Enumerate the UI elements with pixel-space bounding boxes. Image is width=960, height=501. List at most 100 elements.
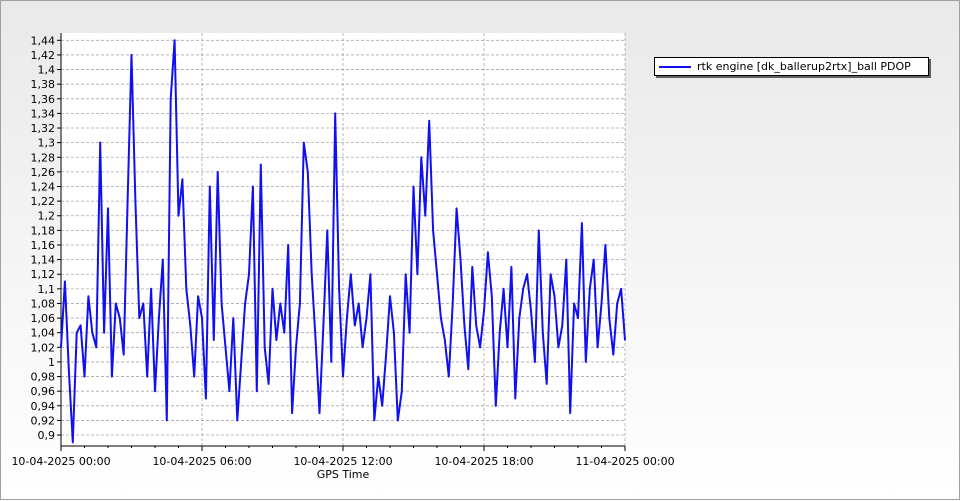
data-point: [416, 273, 419, 276]
y-tick-label: 1,02: [31, 341, 56, 354]
data-point: [471, 266, 474, 268]
data-point: [608, 317, 611, 319]
y-tick-label: 1,28: [31, 151, 56, 164]
data-point: [197, 295, 199, 297]
data-point: [381, 404, 383, 407]
data-point: [115, 302, 117, 305]
data-point: [604, 244, 607, 246]
data-point: [385, 353, 387, 356]
line-chart: 0,9 0,920,94 0,960,98 1 1,021,04 1,06 1,081,1 1…: [11, 33, 675, 481]
data-point: [373, 419, 376, 422]
data-point: [534, 361, 536, 363]
y-tick-label: 0,96: [31, 385, 56, 398]
data-point: [314, 339, 317, 341]
data-point: [259, 163, 262, 166]
data-point: [216, 171, 219, 173]
data-point: [600, 302, 603, 305]
y-tick-label: 1,38: [31, 78, 56, 91]
data-point: [326, 229, 329, 232]
data-point: [408, 331, 411, 334]
data-point: [377, 375, 380, 378]
chart-window: 0,9 0,92 0,94 0,96 0,98 1 1,02 1,04 1,06 1,08 1,1 1…: [0, 0, 960, 500]
data-point: [122, 353, 125, 356]
data-point: [185, 288, 188, 290]
data-point: [463, 324, 466, 327]
data-point: [322, 324, 325, 327]
data-point: [126, 200, 129, 202]
y-tick-label: 1,18: [31, 224, 56, 237]
data-point: [514, 397, 517, 400]
data-point: [479, 346, 481, 349]
data-point: [444, 339, 446, 341]
y-tick-label: 1,24: [31, 181, 56, 194]
data-point: [624, 339, 626, 341]
data-point: [201, 317, 203, 319]
data-point: [467, 368, 470, 371]
y-tick-label: 0,9: [38, 429, 56, 442]
data-point: [283, 331, 286, 334]
data-point: [483, 309, 485, 312]
y-tick-label: 1,32: [31, 122, 56, 135]
data-point: [291, 412, 293, 414]
data-point: [275, 339, 278, 341]
data-point: [549, 273, 552, 276]
data-point: [279, 302, 282, 305]
y-tick-label: 1,08: [31, 297, 56, 310]
y-tick-label: 1,16: [31, 239, 56, 252]
data-point: [165, 419, 168, 422]
data-point: [620, 288, 622, 290]
data-point: [447, 375, 450, 378]
data-point: [357, 302, 360, 305]
x-tick-label: 10-04-2025 18:00: [434, 455, 533, 468]
data-point: [60, 346, 62, 349]
y-tick-label: 1,4: [38, 64, 56, 77]
legend-label: rtk engine [dk_ballerup2rtx]_ball PDOP: [697, 60, 911, 73]
y-tick-label: 1,2: [38, 210, 56, 223]
data-point: [412, 185, 415, 188]
y-tick-label: 1,12: [31, 268, 56, 281]
data-point: [487, 251, 489, 254]
data-point: [224, 346, 227, 349]
data-point: [346, 317, 348, 319]
data-point: [162, 258, 164, 261]
data-point: [173, 39, 176, 42]
data-point: [248, 273, 250, 276]
data-point: [530, 309, 532, 312]
data-point: [393, 331, 395, 334]
data-point: [361, 346, 364, 349]
y-tick-label: 1,1: [38, 283, 56, 296]
y-tick-label: 0,92: [31, 414, 56, 427]
data-point: [428, 119, 430, 122]
y-tick-label: 1,06: [31, 312, 56, 325]
data-point: [256, 390, 258, 392]
data-point: [134, 200, 137, 202]
data-point: [596, 346, 599, 349]
y-tick-labels: 0,9 0,920,94 0,960,98 1 1,021,04 1,06 1,081,1 1…: [31, 34, 61, 442]
data-point: [146, 375, 148, 378]
x-tick-labels: 10-04-2025 00:00 10-04-2025 06:00 10-04-20…: [11, 446, 675, 468]
data-point: [64, 280, 66, 283]
x-axis-title: GPS Time: [317, 468, 370, 481]
data-point: [158, 317, 160, 319]
data-point: [569, 412, 571, 414]
x-tick-label: 11-04-2025 00:00: [575, 455, 674, 468]
data-point: [299, 302, 301, 305]
data-point: [491, 295, 493, 297]
data-point: [181, 178, 184, 180]
y-tick-label: 1,36: [31, 93, 56, 106]
data-point: [68, 368, 70, 371]
data-point: [404, 273, 407, 276]
data-point: [557, 346, 560, 349]
data-point: [518, 317, 521, 319]
data-point: [510, 266, 513, 268]
data-point: [334, 112, 336, 115]
data-point: [263, 346, 266, 349]
data-point: [107, 207, 109, 210]
data-point: [71, 441, 74, 444]
data-point: [581, 222, 583, 224]
data-point: [459, 258, 462, 261]
data-point: [189, 324, 192, 327]
data-point: [475, 324, 477, 327]
data-point: [436, 273, 438, 276]
data-point: [193, 375, 195, 378]
